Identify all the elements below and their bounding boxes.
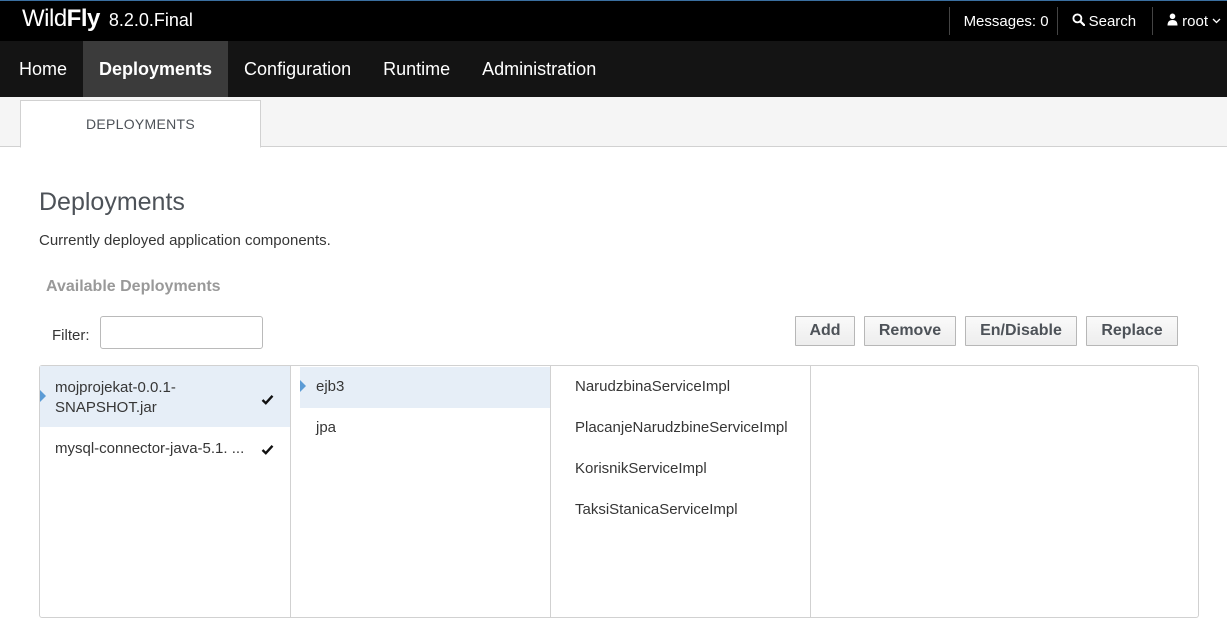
search-label: Search	[1088, 12, 1137, 30]
replace-button[interactable]: Replace	[1086, 316, 1178, 346]
page-title: Deployments	[39, 188, 185, 216]
section-title: Available Deployments	[46, 278, 221, 295]
subsystems-column: ejb3 jpa	[291, 366, 551, 617]
subsystem-item[interactable]: ejb3	[300, 367, 550, 408]
subsystem-name: ejb3	[316, 378, 345, 395]
user-icon	[1167, 13, 1178, 29]
subsystem-item[interactable]: jpa	[300, 408, 550, 449]
deployment-item[interactable]: mysql-connector-java-5.1. ...	[40, 427, 290, 469]
page-description: Currently deployed application component…	[39, 232, 331, 249]
deployments-finder: mojprojekat-0.0.1-SNAPSHOT.jar mysql-con…	[39, 365, 1199, 618]
check-icon	[261, 390, 274, 410]
subsystem-name: jpa	[316, 419, 337, 436]
nav-runtime[interactable]: Runtime	[367, 41, 466, 97]
tab-deployments[interactable]: DEPLOYMENTS	[20, 100, 261, 148]
messages-link[interactable]: Messages: 0	[950, 1, 1057, 41]
sub-tabs: DEPLOYMENTS	[0, 97, 1227, 148]
selected-marker-icon	[300, 380, 306, 392]
add-button[interactable]: Add	[795, 316, 855, 346]
nav-configuration[interactable]: Configuration	[228, 41, 367, 97]
deployment-name: mojprojekat-0.0.1-SNAPSHOT.jar	[55, 379, 176, 416]
component-item[interactable]: NarudzbinaServiceImpl	[551, 366, 810, 407]
component-item[interactable]: PlacanjeNarudzbineServiceImpl	[551, 407, 810, 448]
selected-marker-icon	[40, 390, 46, 402]
messages-label: Messages: 0	[963, 12, 1049, 30]
nav-home[interactable]: Home	[0, 41, 83, 97]
brand[interactable]: WildFly 8.2.0.Final	[22, 5, 193, 37]
detail-column	[811, 366, 1199, 617]
components-column: NarudzbinaServiceImpl PlacanjeNarudzbine…	[551, 366, 811, 617]
filter-input[interactable]	[100, 316, 263, 349]
endisable-button[interactable]: En/Disable	[965, 316, 1077, 346]
search-link[interactable]: Search	[1058, 1, 1153, 41]
user-menu[interactable]: root	[1153, 1, 1227, 41]
main-nav: Home Deployments Configuration Runtime A…	[0, 41, 1227, 97]
chevron-down-icon	[1212, 16, 1221, 27]
search-icon	[1072, 13, 1085, 29]
deployment-item[interactable]: mojprojekat-0.0.1-SNAPSHOT.jar	[40, 366, 290, 427]
nav-administration[interactable]: Administration	[466, 41, 612, 97]
component-item[interactable]: KorisnikServiceImpl	[551, 448, 810, 489]
filter-label: Filter:	[52, 327, 90, 344]
wildfly-logo: WildFly	[22, 5, 100, 32]
deployment-name: mysql-connector-java-5.1. ...	[55, 440, 245, 457]
component-item[interactable]: TaksiStanicaServiceImpl	[551, 489, 810, 530]
user-label: root	[1182, 12, 1208, 30]
top-bar: WildFly 8.2.0.Final Messages: 0 Search r…	[0, 0, 1227, 41]
deployments-column: mojprojekat-0.0.1-SNAPSHOT.jar mysql-con…	[40, 366, 291, 617]
check-icon	[261, 440, 274, 460]
top-right-menu: Messages: 0 Search root	[948, 1, 1227, 41]
remove-button[interactable]: Remove	[864, 316, 956, 346]
product-version: 8.2.0.Final	[108, 10, 193, 30]
nav-deployments[interactable]: Deployments	[83, 41, 229, 97]
